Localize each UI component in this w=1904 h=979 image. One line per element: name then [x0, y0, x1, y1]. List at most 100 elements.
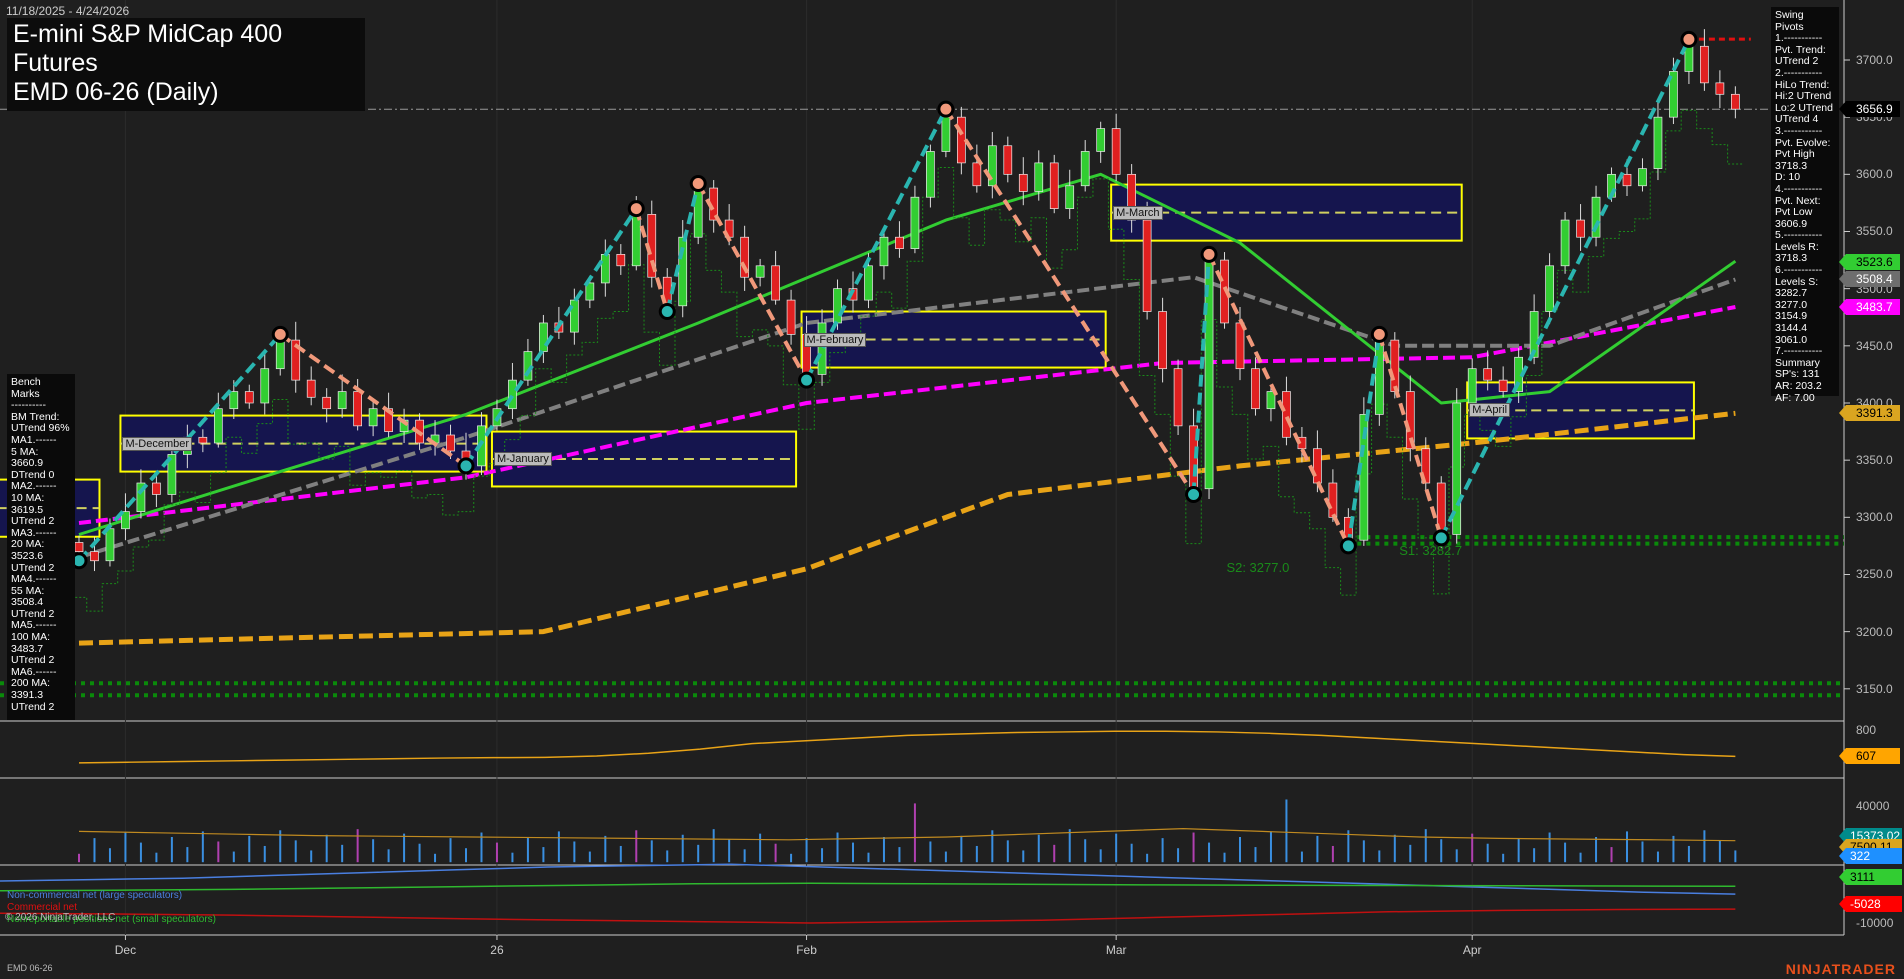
candle-down: [1715, 82, 1725, 95]
indicator-badge: 322: [1839, 848, 1902, 864]
price-badge: 3508.4: [1839, 271, 1900, 288]
candle-down: [1282, 391, 1291, 438]
oscillator-badge: 607: [1839, 748, 1900, 765]
swing-high-marker: [1370, 325, 1388, 343]
swing-high-marker: [1680, 30, 1698, 48]
candle-up: [1034, 162, 1044, 192]
swing-high-marker: [271, 325, 289, 343]
swing-pivots-line: 6.-----------: [1775, 264, 1823, 277]
month-label: M-January: [493, 452, 552, 466]
candle-down: [1251, 368, 1260, 410]
candle-down: [786, 299, 796, 335]
candle-up: [755, 265, 765, 278]
candle-up: [1684, 45, 1694, 72]
time-label: Apr: [1462, 943, 1482, 957]
candle-down: [616, 254, 626, 267]
swing-pivots-line: Swing Pivots: [1775, 9, 1804, 33]
swing-pivots-panel: Swing Pivots 1.----------- Pvt. Trend: UTre…: [1771, 7, 1839, 403]
swing-low-marker: [1185, 485, 1203, 503]
bench-marks-line: 10 MA:: [11, 491, 45, 504]
legend-noncommercial: Non-commercial net (large speculators): [7, 890, 183, 901]
candle-down: [1622, 173, 1632, 187]
candle-up: [1638, 168, 1647, 187]
support-label: S1: 3282.7: [1399, 543, 1463, 559]
bench-marks-line: 3523.6: [11, 549, 44, 562]
instrument-name: E-mini S&P MidCap 400 Futures: [13, 20, 283, 77]
swing-pivots-line: AF: 7.00: [1775, 391, 1815, 404]
candle-down: [1235, 322, 1245, 370]
candle-down: [1328, 482, 1338, 518]
swing-leg-up: [1439, 38, 1691, 539]
candle-down: [1111, 128, 1121, 175]
candle-down: [1313, 448, 1322, 484]
panel3-axis-label: -10000: [1856, 916, 1894, 930]
month-label: M-December: [122, 436, 193, 451]
instrument-contract: EMD 06-26 (Daily): [13, 78, 219, 106]
date-range: 11/18/2025 - 4/24/2026: [6, 4, 130, 18]
month-label: M-March: [1113, 205, 1163, 220]
indicator-badge: -5028: [1839, 896, 1902, 912]
swing-low-marker: [658, 303, 676, 321]
bench-marks-line: UTrend 2: [11, 700, 55, 713]
candle-down: [353, 391, 362, 427]
candle-down: [322, 396, 332, 410]
candle-up: [260, 368, 270, 404]
candle-down: [446, 434, 455, 452]
swing-high-marker: [627, 200, 645, 218]
price-axis-label: 3200.0: [1856, 624, 1893, 639]
candle-up: [1065, 185, 1075, 209]
candle-down: [895, 236, 904, 249]
bench-marks-line: 3391.3: [11, 689, 44, 702]
support-label: S2: 3277.0: [1226, 559, 1290, 575]
candle-up: [1653, 116, 1663, 169]
candle-down: [1158, 311, 1167, 370]
swing-low-marker: [798, 371, 816, 389]
candle-down: [1049, 162, 1059, 209]
candle-up: [229, 391, 239, 410]
candle-down: [957, 116, 966, 164]
candle-up: [833, 288, 842, 324]
chart-title: E-mini S&P MidCap 400 Futures EMD 06-26 …: [7, 18, 365, 111]
bench-marks-line: 3660.9: [11, 457, 44, 470]
candle-up: [926, 151, 935, 198]
price-chart[interactable]: [0, 0, 1904, 979]
swing-pivots-line: Pvt Low: [1775, 206, 1813, 219]
swing-low-marker: [457, 457, 475, 475]
price-badge: 3523.6: [1839, 253, 1900, 270]
swing-pivots-line: Hi:2 UTrend: [1775, 90, 1832, 103]
copyright: © 2026 NinjaTrader, LLC: [5, 912, 116, 923]
swing-low-marker: [1339, 537, 1357, 555]
candle-down: [90, 551, 99, 562]
candle-up: [1096, 128, 1106, 152]
swing-pivots-line: Pvt High: [1775, 148, 1815, 161]
candle-up: [275, 339, 285, 370]
candle-up: [1467, 368, 1477, 404]
candle-up: [1080, 151, 1090, 187]
candle-down: [306, 379, 316, 398]
month-label: M-April: [1469, 403, 1511, 418]
price-axis-label: 3150.0: [1856, 681, 1893, 696]
swing-pivots-line: 3144.4: [1775, 322, 1808, 335]
bench-marks-line: UTrend 2: [11, 515, 55, 528]
candle-up: [631, 213, 641, 267]
candle-down: [1018, 173, 1028, 192]
candle-down: [1003, 145, 1013, 175]
price-badge: 3483.7: [1839, 299, 1900, 316]
bench-marks-line: Bench Marks: [11, 376, 41, 400]
time-label: Dec: [114, 943, 137, 957]
bench-marks-line: 100 MA:: [11, 631, 51, 644]
swing-pivots-line: AR: 203.2: [1775, 380, 1822, 392]
candle-up: [864, 265, 873, 301]
bench-marks-panel: Bench Marks ---------- BM Trend: UTrend 96%…: [7, 374, 75, 720]
candle-up: [368, 408, 378, 427]
instrument-footer: EMD 06-26: [7, 963, 53, 973]
month-label: M-February: [803, 332, 867, 347]
candle-up: [539, 322, 548, 352]
indicator-badge: 3111: [1839, 869, 1902, 885]
candle-up: [600, 254, 610, 284]
panel2-axis-label: 40000: [1856, 799, 1890, 814]
candle-down: [1498, 379, 1508, 392]
candle-down: [152, 482, 161, 495]
panel1-axis-label: 800: [1856, 722, 1877, 737]
candle-up: [941, 116, 951, 152]
